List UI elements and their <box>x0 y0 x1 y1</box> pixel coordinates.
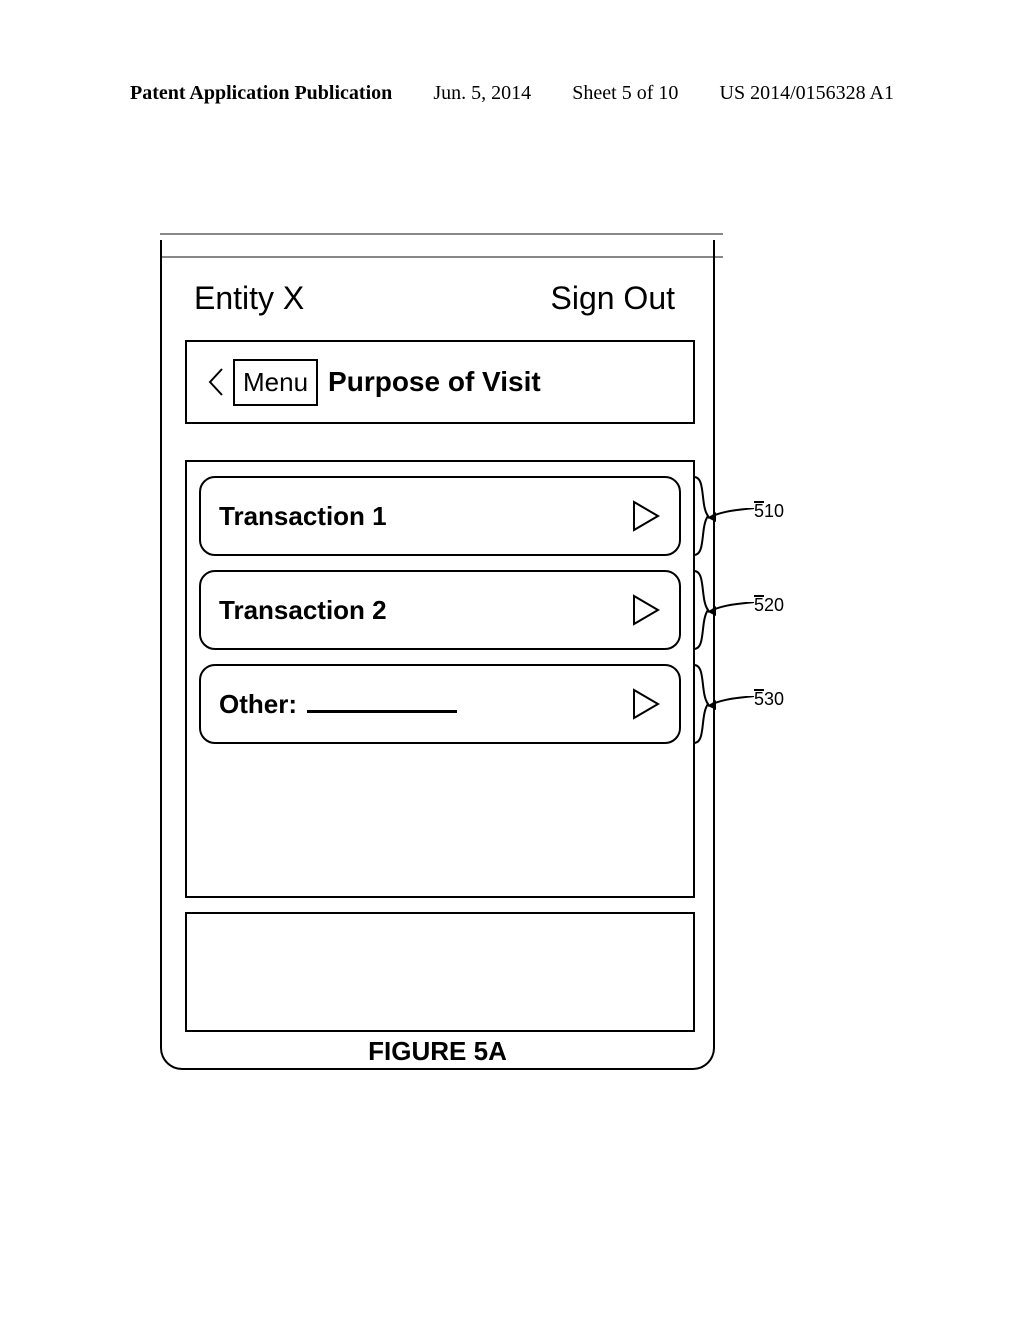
transaction-row-1[interactable]: Transaction 1 <box>199 476 681 556</box>
ref-num-520: 520 <box>754 595 784 616</box>
play-icon <box>631 593 661 627</box>
row-label: Transaction 1 <box>219 501 387 532</box>
play-icon <box>631 687 661 721</box>
ref-num-510: 510 <box>754 501 784 522</box>
nav-title: Purpose of Visit <box>328 366 541 398</box>
bottom-panel <box>185 912 695 1032</box>
play-icon <box>631 499 661 533</box>
back-chevron-icon[interactable] <box>207 367 225 397</box>
transaction-list-panel: Transaction 1 Transaction 2 Other: <box>185 460 695 898</box>
callout-arrow-530 <box>706 696 756 716</box>
publication-date: Jun. 5, 2014 <box>433 82 531 105</box>
row-label: Other: <box>219 689 297 720</box>
transaction-row-2[interactable]: Transaction 2 <box>199 570 681 650</box>
publication-type: Patent Application Publication <box>130 82 392 105</box>
callout-arrow-510 <box>706 508 756 528</box>
callout-arrow-520 <box>706 602 756 622</box>
entity-label: Entity X <box>194 280 304 317</box>
other-input-blank[interactable] <box>307 693 457 713</box>
transaction-row-other[interactable]: Other: <box>199 664 681 744</box>
patent-page-header: Patent Application Publication Jun. 5, 2… <box>0 82 1024 105</box>
sheet-info: Sheet 5 of 10 <box>572 82 678 105</box>
nav-bar: Menu Purpose of Visit <box>185 340 695 424</box>
app-header: Entity X Sign Out <box>160 280 715 317</box>
ref-num-530: 530 <box>754 689 784 710</box>
figure-caption: FIGURE 5A <box>160 1036 715 1067</box>
row-label: Transaction 2 <box>219 595 387 626</box>
decorative-bar <box>160 233 723 235</box>
menu-button[interactable]: Menu <box>233 359 318 406</box>
publication-number: US 2014/0156328 A1 <box>720 82 894 105</box>
sign-out-link[interactable]: Sign Out <box>550 280 675 317</box>
